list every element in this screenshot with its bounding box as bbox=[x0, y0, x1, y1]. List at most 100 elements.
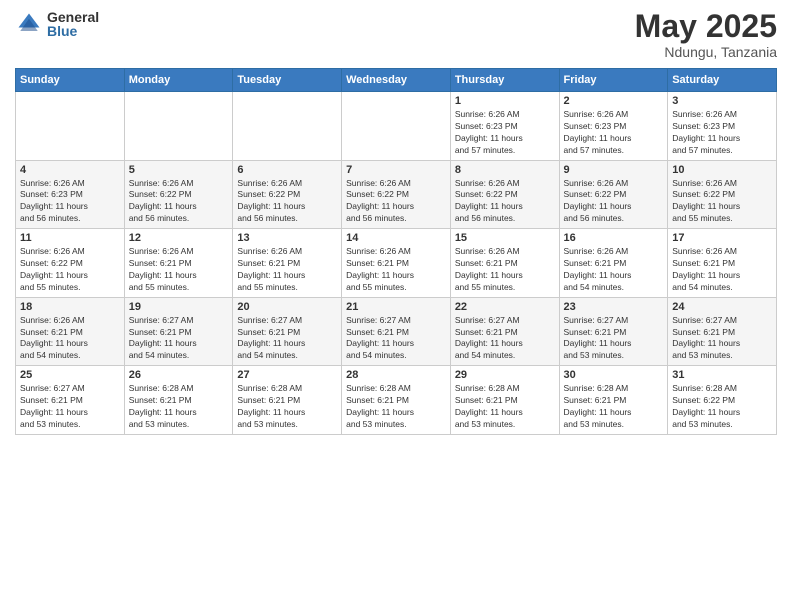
calendar-cell: 21 Sunrise: 6:27 AMSunset: 6:21 PMDayligh… bbox=[342, 297, 451, 366]
day-number: 24 bbox=[672, 301, 772, 313]
calendar-cell: 3 Sunrise: 6:26 AMSunset: 6:23 PMDaylight… bbox=[668, 92, 777, 161]
day-number: 23 bbox=[564, 301, 664, 313]
day-content: Sunrise: 6:26 AMSunset: 6:22 PMDaylight:… bbox=[129, 178, 229, 226]
calendar-cell: 13 Sunrise: 6:26 AMSunset: 6:21 PMDayligh… bbox=[233, 229, 342, 298]
day-number: 29 bbox=[455, 369, 555, 381]
day-number: 31 bbox=[672, 369, 772, 381]
day-number: 21 bbox=[346, 301, 446, 313]
calendar-cell: 25 Sunrise: 6:27 AMSunset: 6:21 PMDayligh… bbox=[16, 366, 125, 435]
day-number: 25 bbox=[20, 369, 120, 381]
calendar-cell: 16 Sunrise: 6:26 AMSunset: 6:21 PMDayligh… bbox=[559, 229, 668, 298]
header-wednesday: Wednesday bbox=[342, 69, 451, 92]
day-content: Sunrise: 6:28 AMSunset: 6:22 PMDaylight:… bbox=[672, 383, 772, 431]
day-content: Sunrise: 6:26 AMSunset: 6:23 PMDaylight:… bbox=[564, 109, 664, 157]
logo-text: General Blue bbox=[47, 10, 99, 38]
calendar-cell: 29Sunrise: 6:28 AMSunset: 6:21 PMDayligh… bbox=[450, 366, 559, 435]
day-content: Sunrise: 6:26 AMSunset: 6:23 PMDaylight:… bbox=[672, 109, 772, 157]
header: General Blue May 2025 Ndungu, Tanzania bbox=[15, 10, 777, 60]
day-number: 19 bbox=[129, 301, 229, 313]
day-content: Sunrise: 6:28 AMSunset: 6:21 PMDaylight:… bbox=[346, 383, 446, 431]
calendar-cell: 27Sunrise: 6:28 AMSunset: 6:21 PMDayligh… bbox=[233, 366, 342, 435]
day-number: 13 bbox=[237, 232, 337, 244]
day-content: Sunrise: 6:26 AMSunset: 6:22 PMDaylight:… bbox=[20, 246, 120, 294]
calendar-cell: 10 Sunrise: 6:26 AMSunset: 6:22 PMDayligh… bbox=[668, 160, 777, 229]
calendar-cell: 1Sunrise: 6:26 AMSunset: 6:23 PMDaylight… bbox=[450, 92, 559, 161]
day-number: 8 bbox=[455, 164, 555, 176]
day-number: 14 bbox=[346, 232, 446, 244]
calendar-location: Ndungu, Tanzania bbox=[635, 44, 777, 60]
day-content: Sunrise: 6:27 AMSunset: 6:21 PMDaylight:… bbox=[564, 315, 664, 363]
day-number: 3 bbox=[672, 95, 772, 107]
calendar-cell: 6Sunrise: 6:26 AMSunset: 6:22 PMDaylight… bbox=[233, 160, 342, 229]
calendar-body: 1 Sunrise: 6:26 AMSunset: 6:23 PMDaylight… bbox=[16, 92, 777, 435]
calendar-cell: 7Sunrise: 6:26 AMSunset: 6:22 PMDaylight… bbox=[342, 160, 451, 229]
header-saturday: Saturday bbox=[668, 69, 777, 92]
calendar-cell: 4 Sunrise: 6:26 AMSunset: 6:23 PMDaylight… bbox=[16, 160, 125, 229]
calendar-cell: 11 Sunrise: 6:26 AMSunset: 6:22 PMDayligh… bbox=[16, 229, 125, 298]
day-number: 26 bbox=[129, 369, 229, 381]
calendar-cell: 18Sunrise: 6:26 AMSunset: 6:21 PMDayligh… bbox=[16, 297, 125, 366]
calendar-week-3: 18Sunrise: 6:26 AMSunset: 6:21 PMDayligh… bbox=[16, 297, 777, 366]
day-content: Sunrise: 6:27 AMSunset: 6:21 PMDaylight:… bbox=[346, 315, 446, 363]
header-tuesday: Tuesday bbox=[233, 69, 342, 92]
calendar-week-1: 4 Sunrise: 6:26 AMSunset: 6:23 PMDaylight… bbox=[16, 160, 777, 229]
day-number: 30 bbox=[564, 369, 664, 381]
day-content: Sunrise: 6:27 AMSunset: 6:21 PMDaylight:… bbox=[20, 383, 120, 431]
day-number: 6 bbox=[237, 164, 337, 176]
day-content: Sunrise: 6:26 AMSunset: 6:21 PMDaylight:… bbox=[564, 246, 664, 294]
calendar-cell: 19 Sunrise: 6:27 AMSunset: 6:21 PMDayligh… bbox=[124, 297, 233, 366]
calendar-cell: 24 Sunrise: 6:27 AMSunset: 6:21 PMDayligh… bbox=[668, 297, 777, 366]
day-number: 2 bbox=[564, 95, 664, 107]
logo: General Blue bbox=[15, 10, 99, 38]
calendar-cell: 9Sunrise: 6:26 AMSunset: 6:22 PMDaylight… bbox=[559, 160, 668, 229]
day-content: Sunrise: 6:27 AMSunset: 6:21 PMDaylight:… bbox=[237, 315, 337, 363]
day-content: Sunrise: 6:26 AMSunset: 6:22 PMDaylight:… bbox=[672, 178, 772, 226]
calendar-cell: 14Sunrise: 6:26 AMSunset: 6:21 PMDayligh… bbox=[342, 229, 451, 298]
calendar-week-4: 25 Sunrise: 6:27 AMSunset: 6:21 PMDayligh… bbox=[16, 366, 777, 435]
calendar-cell: 5Sunrise: 6:26 AMSunset: 6:22 PMDaylight… bbox=[124, 160, 233, 229]
calendar-cell bbox=[342, 92, 451, 161]
day-content: Sunrise: 6:27 AMSunset: 6:21 PMDaylight:… bbox=[672, 315, 772, 363]
day-number: 1 bbox=[455, 95, 555, 107]
calendar-cell: 20Sunrise: 6:27 AMSunset: 6:21 PMDayligh… bbox=[233, 297, 342, 366]
day-number: 22 bbox=[455, 301, 555, 313]
calendar-cell: 30Sunrise: 6:28 AMSunset: 6:21 PMDayligh… bbox=[559, 366, 668, 435]
calendar-cell: 22 Sunrise: 6:27 AMSunset: 6:21 PMDayligh… bbox=[450, 297, 559, 366]
calendar-cell: 31 Sunrise: 6:28 AMSunset: 6:22 PMDayligh… bbox=[668, 366, 777, 435]
day-content: Sunrise: 6:26 AMSunset: 6:22 PMDaylight:… bbox=[455, 178, 555, 226]
day-content: Sunrise: 6:28 AMSunset: 6:21 PMDaylight:… bbox=[129, 383, 229, 431]
calendar-table: Sunday Monday Tuesday Wednesday Thursday… bbox=[15, 68, 777, 435]
calendar-cell: 28 Sunrise: 6:28 AMSunset: 6:21 PMDayligh… bbox=[342, 366, 451, 435]
logo-blue-text: Blue bbox=[47, 24, 99, 38]
calendar-cell: 12Sunrise: 6:26 AMSunset: 6:21 PMDayligh… bbox=[124, 229, 233, 298]
page: General Blue May 2025 Ndungu, Tanzania S… bbox=[0, 0, 792, 612]
day-number: 4 bbox=[20, 164, 120, 176]
day-content: Sunrise: 6:27 AMSunset: 6:21 PMDaylight:… bbox=[129, 315, 229, 363]
calendar-week-0: 1 Sunrise: 6:26 AMSunset: 6:23 PMDaylight… bbox=[16, 92, 777, 161]
day-content: Sunrise: 6:28 AMSunset: 6:21 PMDaylight:… bbox=[237, 383, 337, 431]
calendar-header: Sunday Monday Tuesday Wednesday Thursday… bbox=[16, 69, 777, 92]
calendar-cell: 15Sunrise: 6:26 AMSunset: 6:21 PMDayligh… bbox=[450, 229, 559, 298]
day-content: Sunrise: 6:26 AMSunset: 6:22 PMDaylight:… bbox=[564, 178, 664, 226]
day-number: 16 bbox=[564, 232, 664, 244]
day-number: 11 bbox=[20, 232, 120, 244]
day-content: Sunrise: 6:27 AMSunset: 6:21 PMDaylight:… bbox=[455, 315, 555, 363]
calendar-cell bbox=[124, 92, 233, 161]
day-content: Sunrise: 6:26 AMSunset: 6:22 PMDaylight:… bbox=[346, 178, 446, 226]
day-number: 10 bbox=[672, 164, 772, 176]
calendar-cell: 17Sunrise: 6:26 AMSunset: 6:21 PMDayligh… bbox=[668, 229, 777, 298]
calendar-cell: 8 Sunrise: 6:26 AMSunset: 6:22 PMDaylight… bbox=[450, 160, 559, 229]
day-number: 17 bbox=[672, 232, 772, 244]
day-content: Sunrise: 6:26 AMSunset: 6:21 PMDaylight:… bbox=[237, 246, 337, 294]
day-content: Sunrise: 6:26 AMSunset: 6:21 PMDaylight:… bbox=[129, 246, 229, 294]
day-content: Sunrise: 6:26 AMSunset: 6:23 PMDaylight:… bbox=[20, 178, 120, 226]
logo-general-text: General bbox=[47, 10, 99, 24]
header-monday: Monday bbox=[124, 69, 233, 92]
calendar-cell bbox=[233, 92, 342, 161]
day-content: Sunrise: 6:26 AMSunset: 6:21 PMDaylight:… bbox=[455, 246, 555, 294]
day-number: 28 bbox=[346, 369, 446, 381]
header-sunday: Sunday bbox=[16, 69, 125, 92]
title-block: May 2025 Ndungu, Tanzania bbox=[635, 10, 777, 60]
calendar-cell: 26 Sunrise: 6:28 AMSunset: 6:21 PMDayligh… bbox=[124, 366, 233, 435]
logo-icon bbox=[15, 10, 43, 38]
